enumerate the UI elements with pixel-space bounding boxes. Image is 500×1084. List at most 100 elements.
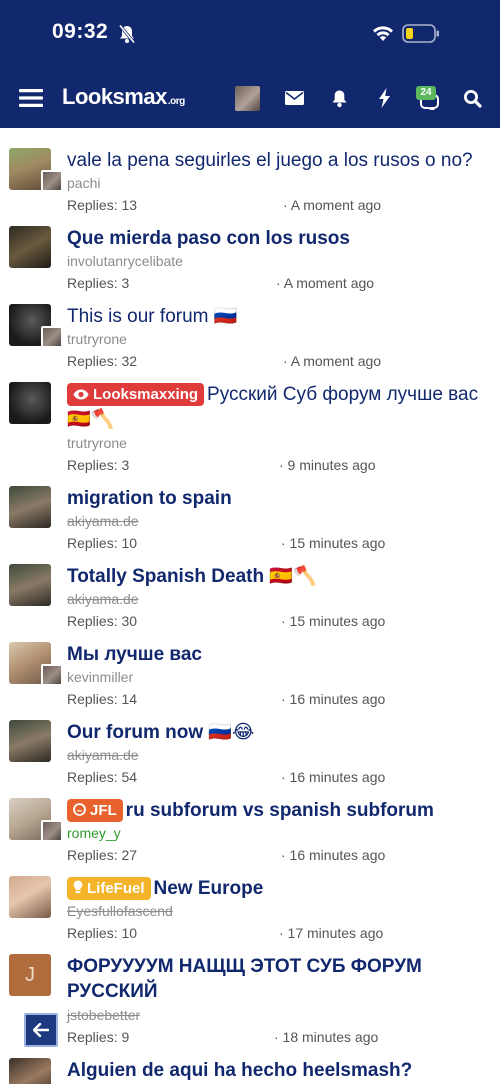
jfl-laugh-icon [73,803,86,816]
whats-new-button[interactable] [370,78,398,118]
back-button[interactable] [24,1013,58,1047]
reply-count: Replies: 30 [67,613,138,629]
thread-title[interactable]: Our forum now 🇷🇺😂 [67,720,492,745]
reply-count: Replies: 54 [67,769,138,785]
thread-list: vale la pena seguirles el juego a los ru… [0,138,500,1084]
thread-title[interactable]: Alguien de aqui ha hecho heelsmash? [67,1058,492,1083]
thread-title-text: ru subforum vs spanish subforum [125,800,434,821]
last-poster-avatar[interactable] [41,820,63,842]
thread-author[interactable]: trutryrone [67,331,127,347]
status-time: 09:32 [52,20,109,43]
last-activity[interactable]: · A moment ago [283,353,381,369]
author-avatar[interactable] [9,1058,51,1084]
thread-author[interactable]: pachi [67,175,100,191]
thread-title[interactable]: This is our forum 🇷🇺 [67,304,492,329]
envelope-icon [284,91,304,105]
last-poster-avatar[interactable] [41,664,63,686]
lightning-icon [378,88,390,108]
thread-item[interactable]: Our forum now 🇷🇺😂 akiyama.de Replies: 54… [0,710,500,788]
author-avatar[interactable] [9,876,51,918]
thread-title[interactable]: migration to spain [67,486,492,511]
thread-title[interactable]: ФОРУУУУМ НАЩЩ ЭТОТ СУБ ФОРУМ РУССКИЙ [67,954,467,1004]
account-avatar[interactable] [235,86,260,111]
thread-author[interactable]: kevinmiller [67,669,133,685]
reply-count: Replies: 14 [67,691,138,707]
thread-title[interactable]: Que mierda paso con los rusos [67,226,492,251]
thread-prefix[interactable]: JFL [67,799,123,822]
thread-prefix[interactable]: LifeFuel [67,877,151,900]
thread-item[interactable]: LifeFuel New Europe Eyesfullofascend Rep… [0,866,500,944]
bell-icon [332,90,346,107]
author-avatar[interactable] [9,382,51,424]
conversations-count-badge: 24 [416,86,436,100]
thread-author[interactable]: involutanrycelibate [67,253,183,269]
thread-title-text: migration to spain [67,488,232,509]
last-activity[interactable]: · A moment ago [276,275,374,291]
thread-prefix[interactable]: Looksmaxxing [67,383,205,406]
thread-prefix-label: Looksmaxxing [93,386,199,403]
thread-author[interactable]: akiyama.de [67,513,139,529]
thread-item[interactable]: Que mierda paso con los rusos involutanr… [0,216,500,294]
last-poster-avatar[interactable] [41,170,63,192]
search-icon [463,89,482,108]
last-activity[interactable]: · 16 minutes ago [281,847,385,863]
thread-item[interactable]: Alguien de aqui ha hecho heelsmash? [0,1048,500,1084]
thread-title-text: Totally Spanish Death 🇪🇸🪓 [67,566,317,587]
thread-title-text: vale la pena seguirles el juego a los ru… [67,150,473,171]
thread-author[interactable]: romey_y [67,825,121,841]
avatar-letter: J [25,963,35,986]
arrow-left-icon [33,1023,49,1037]
thread-item[interactable]: This is our forum 🇷🇺 trutryrone Replies:… [0,294,500,372]
menu-button[interactable] [14,78,48,118]
search-button[interactable] [458,78,486,118]
last-activity[interactable]: · 9 minutes ago [279,457,376,473]
logo-tld: .org [167,96,185,107]
author-avatar[interactable] [9,226,51,268]
alerts-button[interactable] [325,78,353,118]
thread-author[interactable]: akiyama.de [67,747,139,763]
author-avatar[interactable]: J [9,954,51,996]
reply-count: Replies: 9 [67,1029,130,1045]
thread-item[interactable]: migration to spain akiyama.de Replies: 1… [0,476,500,554]
bell-muted-icon [118,24,136,44]
thread-author[interactable]: Eyesfullofascend [67,903,173,919]
thread-title[interactable]: LifeFuel New Europe [67,876,492,901]
last-activity[interactable]: · 15 minutes ago [281,535,385,551]
battery-icon [402,24,439,43]
last-activity[interactable]: · A moment ago [283,197,381,213]
thread-item[interactable]: vale la pena seguirles el juego a los ru… [0,138,500,216]
last-activity[interactable]: · 18 minutes ago [274,1029,378,1045]
thread-title[interactable]: vale la pena seguirles el juego a los ru… [67,148,492,173]
thread-item[interactable]: Мы лучше вас kevinmiller Replies: 14 · 1… [0,632,500,710]
thread-item[interactable]: Looksmaxxing Русский Суб форум лучше вас… [0,372,500,476]
author-avatar[interactable] [9,564,51,606]
last-poster-avatar[interactable] [41,326,63,348]
site-logo[interactable]: Looksmax.org [62,84,185,110]
thread-title[interactable]: Totally Spanish Death 🇪🇸🪓 [67,564,492,589]
thread-item[interactable]: J ФОРУУУУМ НАЩЩ ЭТОТ СУБ ФОРУМ РУССКИЙ j… [0,944,500,1048]
thread-author[interactable]: akiyama.de [67,591,139,607]
thread-title[interactable]: Looksmaxxing Русский Суб форум лучше вас… [67,382,492,432]
thread-title[interactable]: JFL ru subforum vs spanish subforum [67,798,492,823]
last-activity[interactable]: · 16 minutes ago [281,769,385,785]
thread-title-text: Our forum now 🇷🇺😂 [67,722,255,743]
wifi-icon [373,26,393,41]
last-activity[interactable]: · 17 minutes ago [279,925,383,941]
thread-prefix-label: JFL [90,802,117,819]
reply-count: Replies: 32 [67,353,138,369]
author-avatar[interactable] [9,486,51,528]
top-bar: 09:32 Looksmax.org 24 [0,0,500,128]
last-activity[interactable]: · 15 minutes ago [281,613,385,629]
thread-author[interactable]: jstobebetter [67,1007,140,1023]
lightbulb-icon [73,880,83,894]
reply-count: Replies: 10 [67,535,138,551]
thread-item[interactable]: Totally Spanish Death 🇪🇸🪓 akiyama.de Rep… [0,554,500,632]
thread-item[interactable]: JFL ru subforum vs spanish subforum rome… [0,788,500,866]
thread-title-text: Que mierda paso con los rusos [67,228,350,249]
author-avatar[interactable] [9,720,51,762]
inbox-button[interactable] [280,78,308,118]
thread-author[interactable]: trutryrone [67,435,127,451]
thread-title[interactable]: Мы лучше вас [67,642,492,667]
thread-title-text: This is our forum 🇷🇺 [67,306,238,327]
last-activity[interactable]: · 16 minutes ago [281,691,385,707]
